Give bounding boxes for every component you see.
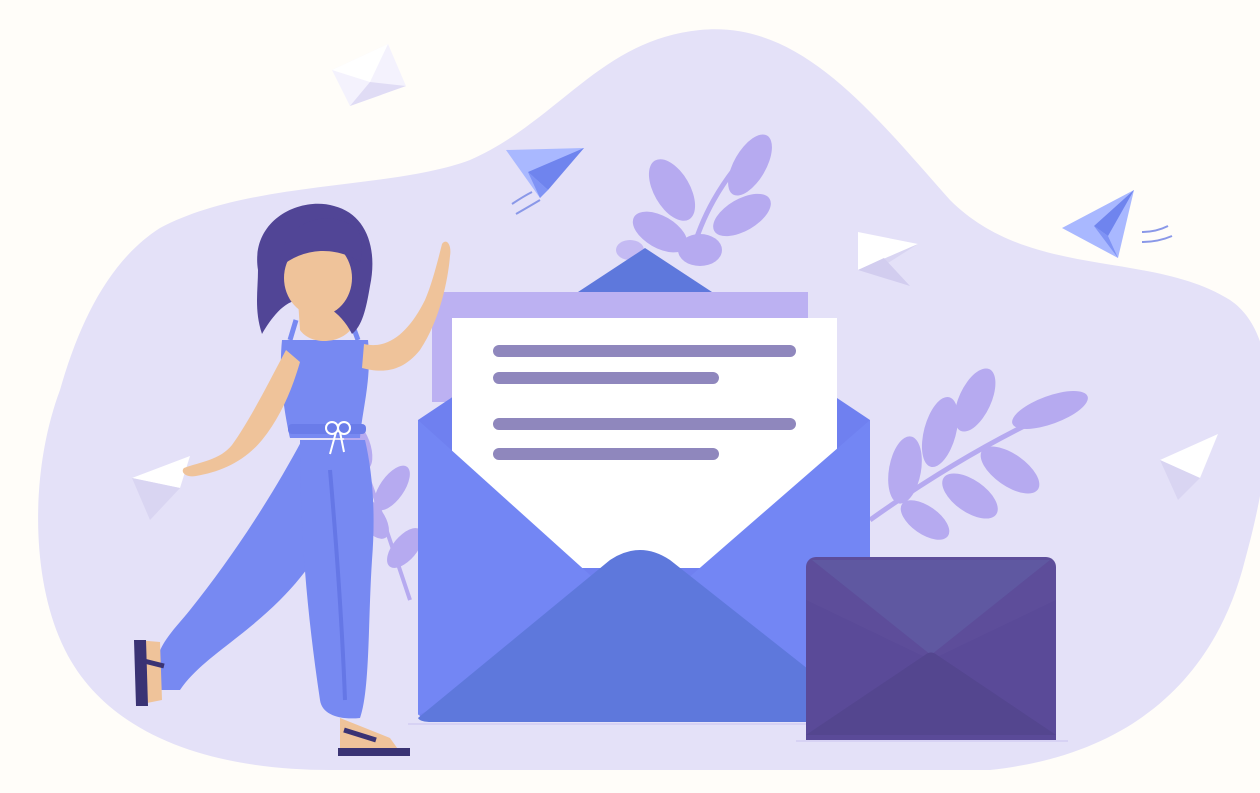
letter-line — [493, 345, 796, 357]
paper-plane-icon — [1062, 190, 1173, 258]
closed-envelope-icon — [796, 557, 1068, 742]
letter-line — [493, 372, 719, 384]
email-illustration — [0, 0, 1260, 793]
illustration-canvas — [38, 29, 1260, 770]
letter-line — [493, 448, 719, 460]
floating-envelope-icon — [332, 44, 406, 106]
letter-line — [493, 418, 796, 430]
